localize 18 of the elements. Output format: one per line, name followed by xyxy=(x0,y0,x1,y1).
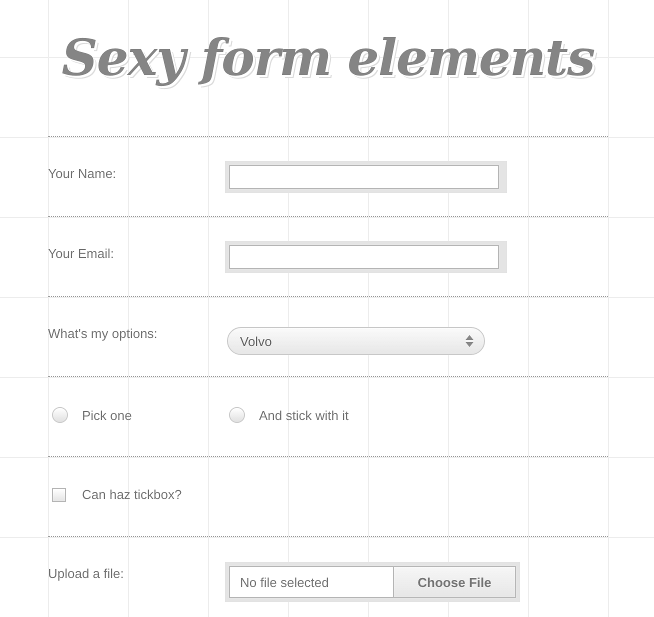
radio-button[interactable] xyxy=(229,407,245,423)
page-title: Sexy form elements xyxy=(62,27,594,87)
choose-file-button[interactable]: Choose File xyxy=(394,566,516,598)
field-label: Upload a file: xyxy=(48,565,125,581)
radio-label: Pick one xyxy=(82,408,132,422)
text-field[interactable] xyxy=(229,245,499,269)
field-label: Your Email: xyxy=(48,245,115,261)
text-field[interactable] xyxy=(229,165,499,189)
field-label: What's my options: xyxy=(48,325,158,341)
radio-label: And stick with it xyxy=(259,408,349,422)
radio-button[interactable] xyxy=(52,407,68,423)
field-label: Your Name: xyxy=(48,165,118,181)
checkbox-label: Can haz tickbox? xyxy=(82,487,182,502)
checkbox[interactable] xyxy=(52,488,66,502)
file-status: No file selected xyxy=(229,566,394,598)
select-arrows-icon xyxy=(465,334,474,348)
select-dropdown[interactable]: Volvo xyxy=(227,327,485,355)
file-upload-field[interactable]: No file selected Choose File xyxy=(225,562,520,602)
